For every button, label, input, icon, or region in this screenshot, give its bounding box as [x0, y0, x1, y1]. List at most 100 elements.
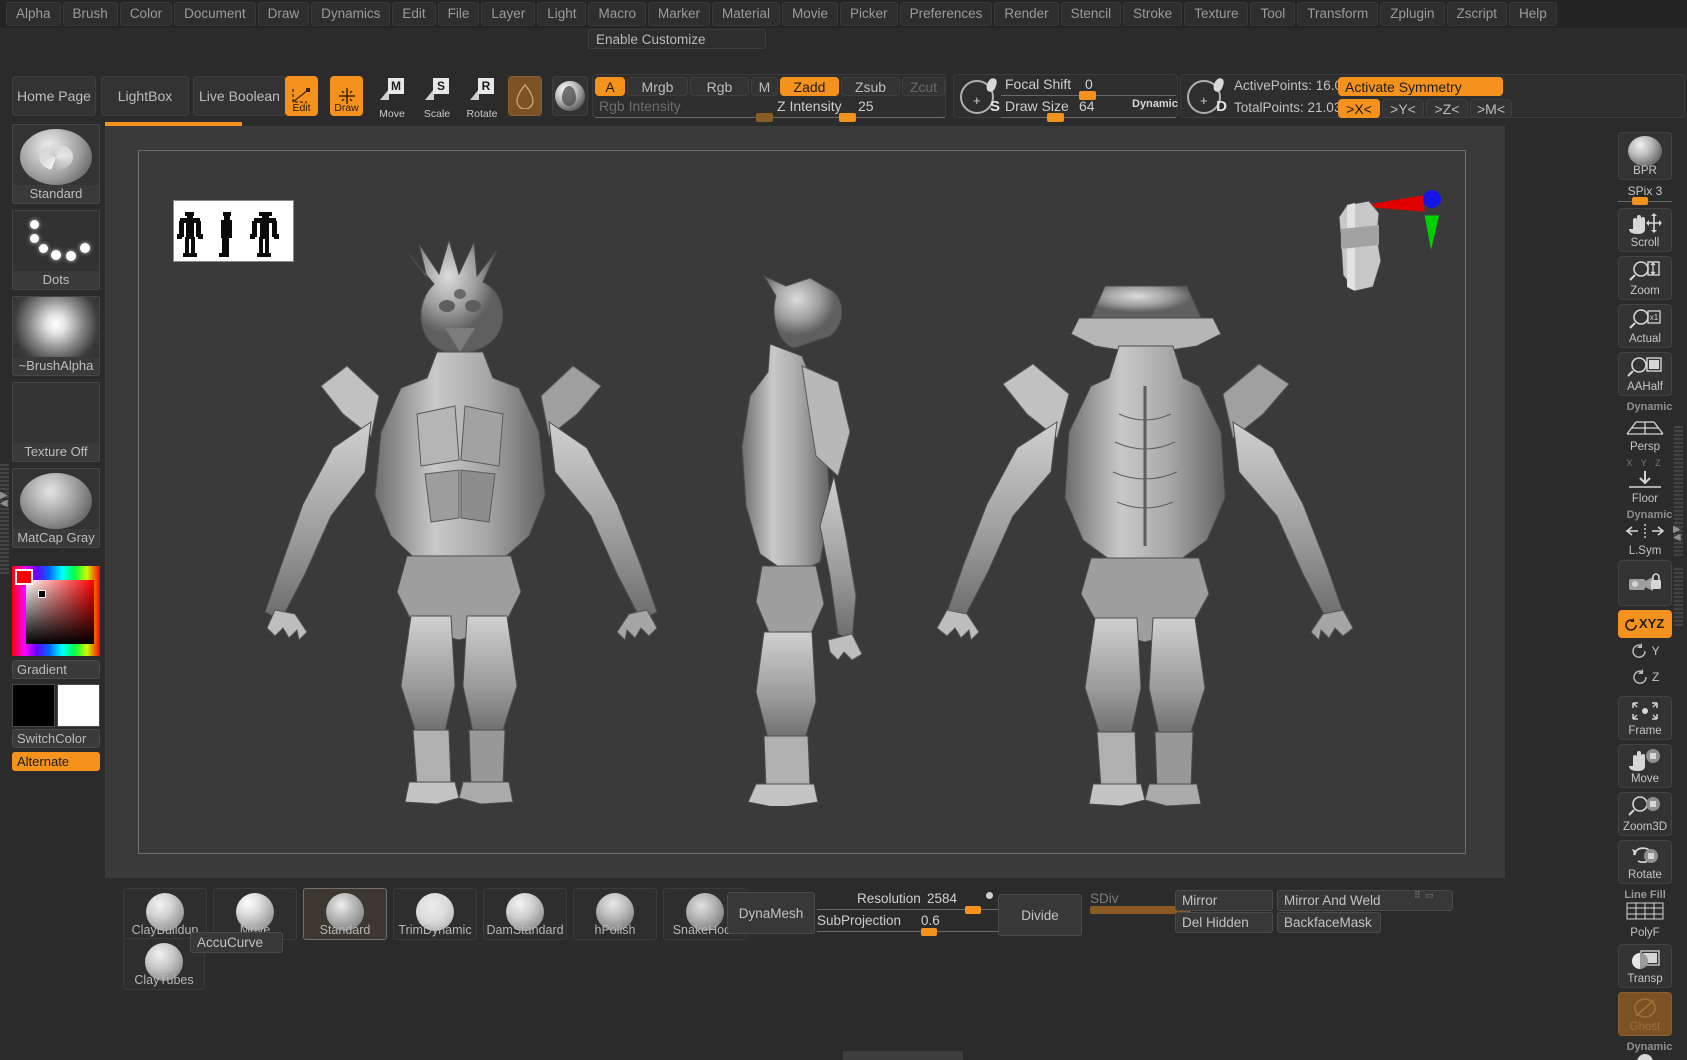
left-shelf-drag-handle[interactable]: [0, 464, 9, 574]
home-page-button[interactable]: Home Page: [12, 76, 96, 116]
menu-item-color[interactable]: Color: [119, 2, 173, 26]
focal-shift-slider[interactable]: Focal Shift 0: [1001, 76, 1176, 100]
color-picker[interactable]: [12, 566, 100, 656]
menu-item-picker[interactable]: Picker: [840, 2, 898, 26]
channel-zsub-button[interactable]: Zsub: [841, 77, 900, 96]
menu-item-light[interactable]: Light: [537, 2, 587, 26]
menu-item-edit[interactable]: Edit: [392, 2, 436, 26]
bpr-render-button[interactable]: BPR: [1618, 132, 1672, 180]
symmetry-z-button[interactable]: >Z<: [1426, 99, 1468, 118]
channel-zcut-button[interactable]: Zcut: [902, 77, 945, 96]
zoom-button[interactable]: Zoom: [1618, 256, 1672, 300]
menu-item-marker[interactable]: Marker: [648, 2, 711, 26]
menu-item-stencil[interactable]: Stencil: [1060, 2, 1122, 26]
spix-slider[interactable]: SPix 3: [1618, 184, 1672, 205]
menu-item-movie[interactable]: Movie: [782, 2, 839, 26]
alternate-button[interactable]: Alternate: [12, 752, 100, 771]
resolution-slider[interactable]: Resolution 2584: [817, 890, 999, 914]
draw-size-knob[interactable]: [1047, 113, 1064, 122]
menu-item-layer[interactable]: Layer: [481, 2, 536, 26]
rotate-view-button[interactable]: Rotate: [1618, 840, 1672, 884]
move-view-button[interactable]: Move: [1618, 744, 1672, 788]
ghost-button[interactable]: Ghost: [1618, 992, 1672, 1036]
menu-item-tool[interactable]: Tool: [1250, 2, 1296, 26]
menu-item-render[interactable]: Render: [994, 2, 1059, 26]
rgb-intensity-knob[interactable]: [756, 113, 773, 122]
menu-item-zplugin[interactable]: Zplugin: [1380, 2, 1445, 26]
panel-grip-dots[interactable]: ⠿ ▭: [1414, 890, 1435, 901]
alpha-selector[interactable]: ~BrushAlpha: [12, 296, 100, 376]
canvas-viewport[interactable]: [138, 150, 1466, 854]
brush-damstandard[interactable]: DamStandard: [483, 888, 567, 940]
stroke-dynamics-s-icon[interactable]: + S: [956, 75, 1000, 121]
menu-item-alpha[interactable]: Alpha: [6, 2, 61, 26]
transparency-button[interactable]: Transp: [1618, 944, 1672, 988]
stroke-selector[interactable]: Dots: [12, 210, 100, 290]
frame-button[interactable]: Frame: [1618, 696, 1672, 740]
horizontal-scrollbar[interactable]: [843, 1051, 963, 1060]
stroke-dynamics-d-icon[interactable]: + D: [1183, 75, 1227, 121]
rotate-mode-button[interactable]: R Rotate: [462, 76, 502, 120]
spix-knob[interactable]: [1632, 197, 1648, 205]
sculpt-side-view[interactable]: [734, 236, 914, 806]
brush-standard[interactable]: Standard: [303, 888, 387, 940]
rgb-intensity-slider[interactable]: Rgb Intensity: [595, 98, 773, 122]
brush-selector[interactable]: Standard: [12, 124, 100, 204]
secondary-color-swatch[interactable]: [57, 684, 100, 727]
material-button[interactable]: [552, 76, 588, 116]
xyz-rotation-button[interactable]: XYZ: [1618, 610, 1672, 638]
menu-item-help[interactable]: Help: [1509, 2, 1557, 26]
accucurve-button[interactable]: AccuCurve: [190, 932, 283, 953]
menu-item-document[interactable]: Document: [174, 2, 256, 26]
del-hidden-button[interactable]: Del Hidden: [1175, 912, 1273, 933]
menu-item-file[interactable]: File: [437, 2, 480, 26]
sculpt-back-view[interactable]: [929, 236, 1359, 806]
channel-mrgb-button[interactable]: Mrgb: [627, 77, 688, 96]
scale-mode-button[interactable]: S Scale: [417, 76, 457, 120]
menu-item-zscript[interactable]: Zscript: [1446, 2, 1508, 26]
activate-symmetry-button[interactable]: Activate Symmetry: [1338, 77, 1503, 96]
channel-m-button[interactable]: M: [751, 77, 778, 96]
primary-color-swatch[interactable]: [12, 684, 55, 727]
camera-lock-button[interactable]: [1618, 560, 1672, 606]
texture-selector[interactable]: Texture Off: [12, 382, 100, 462]
actual-size-button[interactable]: x1 Actual: [1618, 304, 1672, 348]
dynamesh-button[interactable]: DynaMesh: [727, 892, 815, 934]
persp-button[interactable]: Dynamic Persp: [1618, 400, 1672, 456]
rotate-y-button[interactable]: Y: [1618, 642, 1672, 666]
right-shelf-collapse-arrows[interactable]: ▶ ◀: [1673, 525, 1681, 543]
menu-item-stroke[interactable]: Stroke: [1123, 2, 1183, 26]
draw-size-slider[interactable]: Draw Size 64 Dynamic: [1001, 98, 1178, 122]
menu-item-macro[interactable]: Macro: [588, 2, 646, 26]
lsym-button[interactable]: Dynamic L.Sym: [1618, 508, 1672, 560]
z-intensity-knob[interactable]: [839, 113, 856, 122]
gradient-button[interactable]: Gradient: [12, 660, 100, 679]
symmetry-y-button[interactable]: >Y<: [1382, 99, 1424, 118]
aahalf-button[interactable]: AAHalf: [1618, 352, 1672, 396]
menu-item-draw[interactable]: Draw: [257, 2, 310, 26]
menu-item-dynamics[interactable]: Dynamics: [311, 2, 391, 26]
channel-zadd-button[interactable]: Zadd: [780, 77, 839, 96]
switch-color-button[interactable]: SwitchColor: [12, 729, 100, 748]
live-boolean-button[interactable]: Live Boolean: [193, 76, 286, 116]
current-brush-button[interactable]: [508, 76, 542, 116]
sculpt-front-view[interactable]: [259, 236, 679, 806]
rotate-z-button[interactable]: Z: [1618, 668, 1672, 692]
divide-button[interactable]: Divide: [998, 894, 1082, 936]
color-picker-sv-square[interactable]: [26, 580, 94, 644]
menu-item-transform[interactable]: Transform: [1297, 2, 1379, 26]
lightbox-button[interactable]: LightBox: [101, 76, 189, 116]
right-shelf-drag-handle-2[interactable]: [1674, 566, 1683, 626]
polyframe-button[interactable]: Line Fill PolyF: [1618, 888, 1672, 942]
brush-hpolish[interactable]: hPolish: [573, 888, 657, 940]
zoom3d-button[interactable]: Zoom3D: [1618, 792, 1672, 836]
edit-mode-button[interactable]: Edit: [285, 76, 318, 116]
channel-rgb-button[interactable]: Rgb: [690, 77, 749, 96]
menu-item-material[interactable]: Material: [712, 2, 781, 26]
draw-mode-button[interactable]: Draw: [330, 76, 363, 116]
menu-item-preferences[interactable]: Preferences: [899, 2, 993, 26]
material-selector[interactable]: MatCap Gray: [12, 468, 100, 548]
subprojection-slider[interactable]: SubProjection 0.6: [817, 912, 999, 936]
scroll-button[interactable]: Scroll: [1618, 208, 1672, 252]
z-intensity-slider[interactable]: Z Intensity 25: [773, 98, 945, 122]
